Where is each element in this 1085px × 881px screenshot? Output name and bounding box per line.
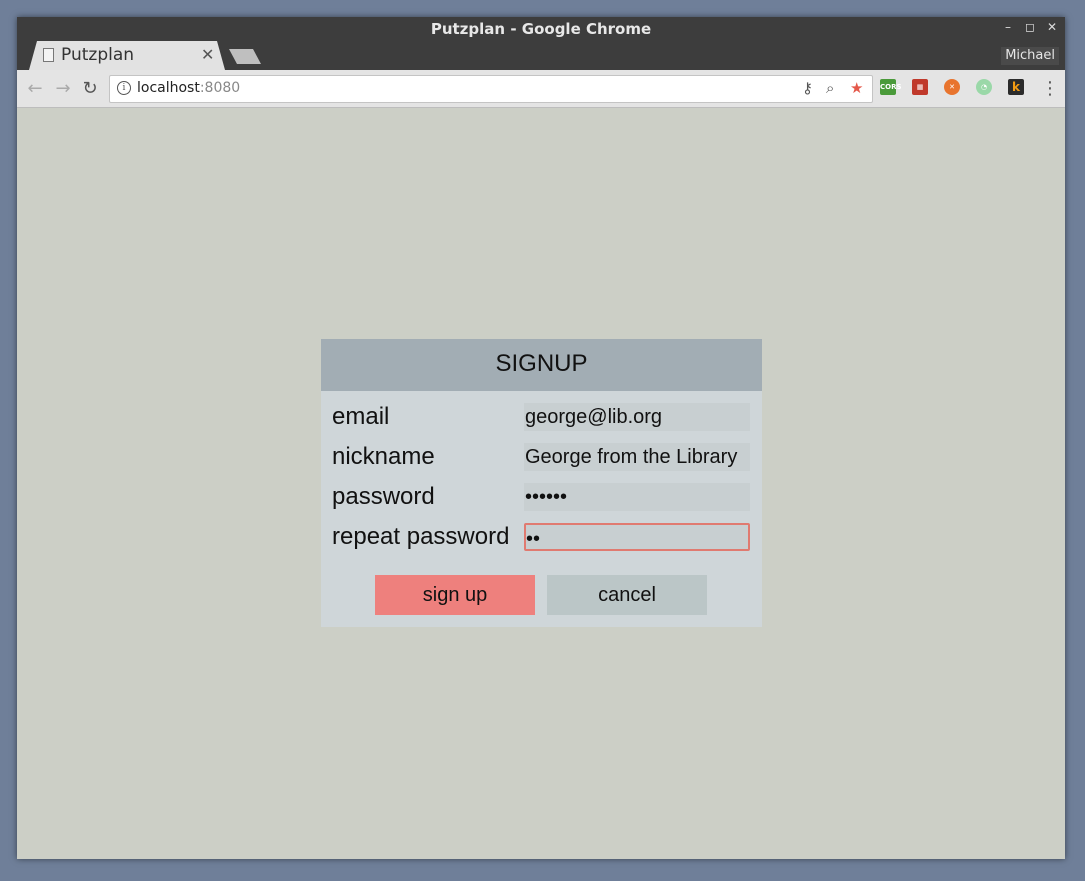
close-window-icon[interactable]: ✕ [1042,20,1062,34]
page-icon [43,48,54,62]
password-row: password •••••• [321,482,762,512]
password-field[interactable]: •••••• [524,483,750,511]
repeat-password-row: repeat password •• [321,522,762,552]
email-row: email george@lib.org [321,402,762,432]
minimize-icon[interactable]: – [998,20,1018,34]
profile-button[interactable]: Michael [1001,47,1059,65]
window-title: Putzplan - Google Chrome [430,20,652,38]
sign-up-button[interactable]: sign up [375,575,535,615]
forward-icon[interactable]: → [53,78,73,99]
key-icon[interactable]: ⚷ [802,79,813,97]
star-icon[interactable]: ★ [850,79,863,97]
signup-dialog: SIGNUP email george@lib.org nickname Geo… [321,339,762,627]
info-icon[interactable]: i [117,81,131,95]
email-field[interactable]: george@lib.org [524,403,750,431]
password-label: password [332,483,435,510]
extension-icon[interactable]: k [1008,79,1024,95]
reload-icon[interactable]: ↻ [80,78,100,99]
url-text[interactable]: localhost:8080 [137,80,240,96]
cors-extension-icon[interactable]: CORS [880,79,902,95]
cancel-button[interactable]: cancel [547,575,707,615]
maximize-icon[interactable]: ◻ [1020,20,1040,34]
tab-putzplan[interactable]: Putzplan ✕ [29,41,225,70]
back-icon[interactable]: ← [25,78,45,99]
menu-icon[interactable]: ⋮ [1041,78,1059,99]
extension-icon[interactable]: ✕ [944,79,960,95]
nickname-label: nickname [332,443,435,470]
browser-window: Putzplan - Google Chrome – ◻ ✕ Putzplan … [17,17,1065,859]
new-tab-button[interactable] [229,49,261,64]
zoom-icon[interactable]: ⌕ [826,79,834,97]
address-bar[interactable]: i localhost:8080 ⚷ ⌕ ★ [109,75,873,103]
repeat-password-field[interactable]: •• [524,523,750,551]
email-label: email [332,403,390,430]
extension-icon[interactable]: ◔ [976,79,992,95]
title-bar: Putzplan - Google Chrome – ◻ ✕ Putzplan … [17,17,1065,70]
browser-toolbar: ← → ↻ i localhost:8080 ⚷ ⌕ ★ CORS ▦ ✕ ◔ … [17,70,1065,108]
page-content: SIGNUP email george@lib.org nickname Geo… [17,108,1065,859]
nickname-row: nickname George from the Library [321,442,762,472]
extension-icon[interactable]: ▦ [912,79,928,95]
dialog-title: SIGNUP [321,339,762,391]
tab-label: Putzplan [61,45,135,65]
close-tab-icon[interactable]: ✕ [201,45,214,64]
repeat-password-label: repeat password [332,523,510,550]
nickname-field[interactable]: George from the Library [524,443,750,471]
